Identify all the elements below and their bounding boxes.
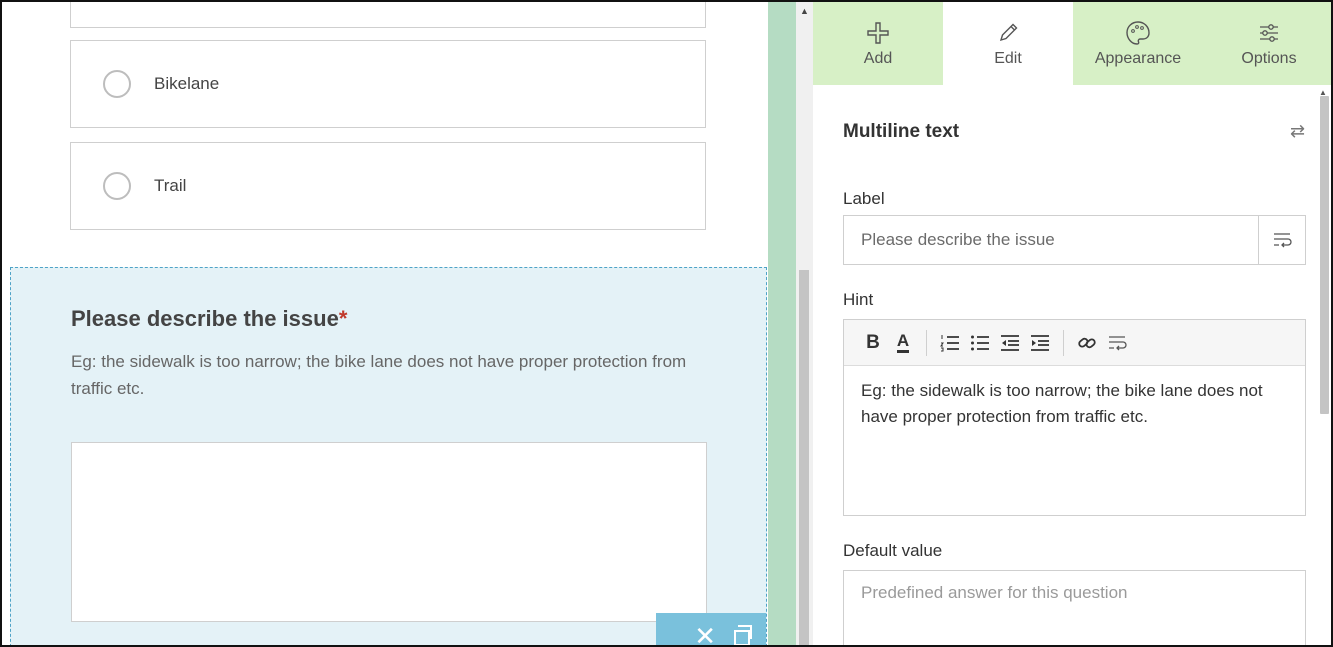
- default-value-placeholder: Predefined answer for this question: [861, 583, 1128, 602]
- toolbar-separator: [926, 329, 927, 356]
- tab-options[interactable]: Options: [1203, 2, 1331, 85]
- tab-add[interactable]: Add: [813, 2, 943, 85]
- question-tools: ✕: [656, 613, 766, 646]
- required-marker: *: [338, 306, 348, 331]
- bold-icon[interactable]: B: [858, 328, 888, 358]
- hint-field-label: Hint: [843, 290, 874, 309]
- panel-tabs: Add Edit Appearance Options: [813, 2, 1331, 85]
- plus-icon: [866, 20, 890, 46]
- toolbar-separator: [1063, 329, 1064, 356]
- choice-label: Bikelane: [154, 74, 220, 93]
- pencil-icon: [996, 20, 1020, 46]
- scrollbar-thumb[interactable]: [799, 270, 809, 645]
- radio-button[interactable]: [103, 172, 131, 200]
- scrollbar-thumb[interactable]: [1320, 96, 1329, 414]
- link-icon[interactable]: [1072, 328, 1102, 358]
- question-title: Please describe the issue*: [71, 306, 348, 331]
- delete-icon[interactable]: ✕: [694, 623, 716, 646]
- indent-icon[interactable]: [1025, 328, 1055, 358]
- scroll-up-arrow-icon[interactable]: ▲: [800, 6, 809, 16]
- panel-scrollbar[interactable]: ▲: [1318, 88, 1330, 645]
- bullet-list-icon[interactable]: [965, 328, 995, 358]
- rich-text-toolbar: B A: [844, 320, 1305, 366]
- choice-option-bikelane[interactable]: Bikelane: [70, 40, 706, 128]
- default-value-label: Default value: [843, 541, 943, 560]
- choice-label: Trail: [154, 176, 187, 195]
- tab-label: Appearance: [1094, 49, 1182, 67]
- hint-editor[interactable]: B A Eg: the sidewalk is too narrow; the …: [843, 319, 1306, 516]
- sliders-icon: [1257, 20, 1281, 46]
- label-field-label: Label: [843, 189, 885, 208]
- label-field-value[interactable]: Please describe the issue: [844, 230, 1258, 250]
- change-type-icon[interactable]: ⇄: [1290, 121, 1305, 142]
- tab-label: Add: [863, 49, 893, 67]
- wrap-text-icon: [1274, 233, 1292, 248]
- choice-option-trail[interactable]: Trail: [70, 142, 706, 230]
- question-hint: Eg: the sidewalk is too narrow; the bike…: [71, 352, 687, 398]
- panel-divider[interactable]: [768, 2, 796, 645]
- outdent-icon[interactable]: [995, 328, 1025, 358]
- selected-question[interactable]: Please describe the issue* Eg: the sidew…: [10, 267, 767, 646]
- properties-panel: Add Edit Appearance Options ▲ Multiline …: [813, 2, 1331, 645]
- numbered-list-icon[interactable]: [935, 328, 965, 358]
- font-color-icon[interactable]: A: [888, 328, 918, 358]
- tab-label: Options: [1241, 49, 1297, 67]
- tab-appearance[interactable]: Appearance: [1073, 2, 1203, 85]
- radio-button[interactable]: [103, 70, 131, 98]
- palette-icon: [1125, 20, 1151, 46]
- tab-label: Edit: [994, 49, 1022, 67]
- canvas-scrollbar[interactable]: ▲: [796, 2, 813, 645]
- question-type-title: Multiline text: [843, 121, 960, 142]
- duplicate-icon[interactable]: [734, 624, 752, 645]
- form-canvas: Bikelane Trail Please describe the issue…: [2, 2, 768, 646]
- label-field[interactable]: Please describe the issue: [843, 215, 1306, 265]
- app-frame: Bikelane Trail Please describe the issue…: [0, 0, 1333, 647]
- default-value-field[interactable]: Predefined answer for this question: [843, 570, 1306, 645]
- question-answer-textarea[interactable]: [71, 442, 707, 622]
- choice-card-partial[interactable]: [70, 2, 706, 28]
- wrap-text-button[interactable]: [1258, 216, 1305, 264]
- tab-edit[interactable]: Edit: [943, 2, 1073, 85]
- hint-editor-text[interactable]: Eg: the sidewalk is too narrow; the bike…: [844, 366, 1305, 442]
- wrap-text-icon[interactable]: [1102, 328, 1132, 358]
